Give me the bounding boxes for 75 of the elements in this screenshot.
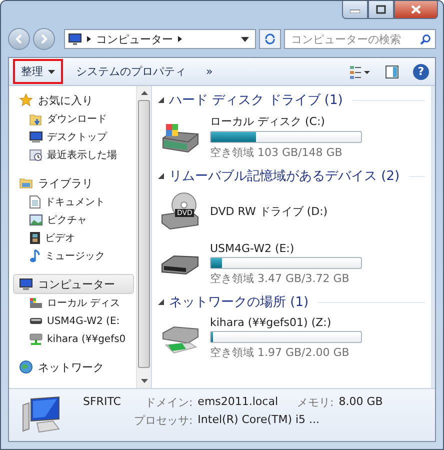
maximize-icon xyxy=(376,5,386,14)
processor-label: プロセッサ: xyxy=(134,413,193,428)
sidebar-item[interactable]: コンピューター xyxy=(13,274,134,294)
recent-places-icon xyxy=(29,148,43,162)
sidebar-item[interactable]: ライブラリ xyxy=(13,173,134,193)
hard-drive-icon xyxy=(29,297,43,309)
preview-pane-icon[interactable] xyxy=(385,64,399,78)
close-button[interactable] xyxy=(394,1,438,19)
drive-name[interactable]: USM4G-W2 (E:) xyxy=(210,242,362,255)
monitor-icon xyxy=(19,278,33,290)
scroll-up-icon[interactable] xyxy=(140,91,148,95)
sidebar-item[interactable]: kihara (¥¥gefs0 xyxy=(9,330,136,348)
sidebar-item[interactable]: ローカル ディス xyxy=(9,294,136,312)
sidebar-item[interactable]: ネットワーク xyxy=(13,357,134,377)
sidebar-item[interactable]: ダウンロード xyxy=(9,110,136,128)
domain-value: ems2011.local xyxy=(198,395,278,410)
minimize-icon xyxy=(350,6,360,12)
film-icon xyxy=(29,231,41,245)
monitor-icon xyxy=(29,131,43,143)
free-space-text: 空き領域 3.47 GB/3.72 GB xyxy=(210,271,350,286)
globe-icon xyxy=(19,360,33,374)
close-icon xyxy=(411,5,421,14)
drive-name[interactable]: ローカル ディスク (C:) xyxy=(210,114,362,129)
music-note-icon xyxy=(29,249,41,263)
refresh-button[interactable] xyxy=(259,29,281,49)
view-options-icon[interactable] xyxy=(349,64,371,78)
free-space-text: 空き領域 103 GB/148 GB xyxy=(210,145,344,160)
collapse-icon[interactable] xyxy=(158,173,164,179)
refresh-icon xyxy=(264,33,276,45)
free-space-text: 空き領域 1.97 GB/2.00 GB xyxy=(210,345,350,360)
sidebar-item[interactable]: ドキュメント xyxy=(9,193,136,211)
section-header[interactable]: ハード ディスク ドライブ (1) xyxy=(169,91,343,109)
monitor-icon xyxy=(68,32,82,46)
sidebar-item[interactable]: お気に入り xyxy=(13,90,134,110)
memory-label: メモリ: xyxy=(297,395,334,410)
picture-icon xyxy=(29,214,43,226)
help-button[interactable]: ? xyxy=(413,64,429,80)
processor-value: Intel(R) Core(TM) i5 ... xyxy=(198,413,321,428)
toolbar-button[interactable]: システムのプロパティ xyxy=(69,60,193,83)
section-header[interactable]: ネットワークの場所 (1) xyxy=(169,293,309,311)
collapse-icon[interactable] xyxy=(158,299,164,305)
chevron-icon[interactable] xyxy=(87,36,91,42)
scroll-down-icon[interactable] xyxy=(140,379,148,383)
network-drive-icon xyxy=(29,332,43,346)
address-bar[interactable]: コンピューター xyxy=(64,29,256,49)
star-icon xyxy=(19,93,33,107)
toolbar-button[interactable]: 整理 xyxy=(13,59,63,84)
folder-icon xyxy=(19,177,33,189)
section-header[interactable]: リムーバブル記憶域があるデバイス (2) xyxy=(169,167,400,185)
domain-label: ドメイン: xyxy=(144,395,193,410)
search-field[interactable]: コンピューターの検索 xyxy=(284,29,436,49)
sidebar-item[interactable]: ミュージック xyxy=(9,247,136,265)
memory-value: 8.00 GB xyxy=(338,395,383,410)
toolbar-button[interactable]: » xyxy=(199,61,220,82)
search-icon xyxy=(420,34,431,44)
sidebar-item[interactable]: デスクトップ xyxy=(9,128,136,146)
drive-name[interactable]: DVD RW ドライブ (D:) xyxy=(210,204,328,218)
drive-name[interactable]: kihara (¥¥gefs01) (Z:) xyxy=(210,316,362,329)
chevron-icon[interactable] xyxy=(178,36,182,42)
sidebar-item[interactable]: ピクチャ xyxy=(9,211,136,229)
collapse-icon[interactable] xyxy=(158,97,164,103)
scrollbar[interactable] xyxy=(136,86,151,388)
minimize-button[interactable] xyxy=(342,1,368,19)
breadcrumb-item[interactable]: コンピューター xyxy=(96,32,173,46)
forward-button[interactable] xyxy=(33,28,55,50)
dropdown-icon[interactable] xyxy=(241,36,249,42)
removable-drive-icon xyxy=(29,317,43,325)
folder-icon xyxy=(29,112,43,126)
back-button[interactable] xyxy=(8,28,30,50)
sidebar-item[interactable]: USM4G-W2 (E: xyxy=(9,312,136,330)
sidebar-item[interactable]: 最近表示した場 xyxy=(9,146,136,164)
document-icon xyxy=(29,195,41,209)
sidebar-item[interactable]: ビデオ xyxy=(9,229,136,247)
computer-name: SFRITC xyxy=(83,395,121,410)
maximize-button[interactable] xyxy=(368,1,394,19)
